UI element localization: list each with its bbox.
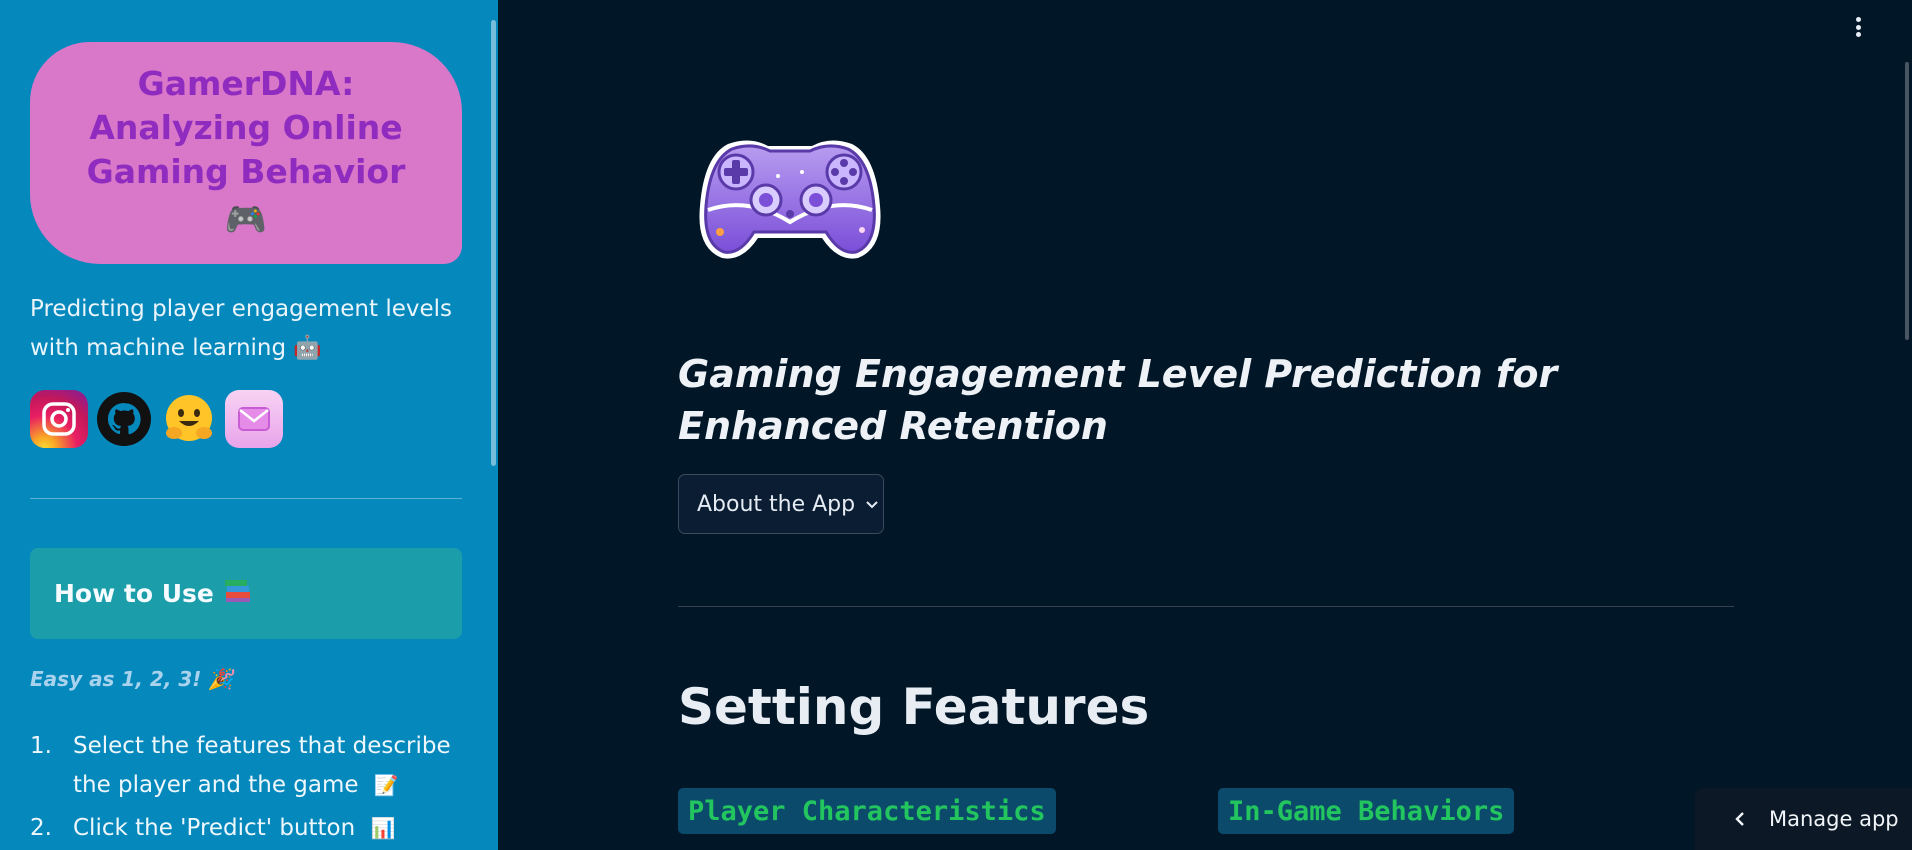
main-divider	[678, 606, 1734, 607]
section-title: Setting Features	[678, 678, 1150, 736]
how-to-use-card: How to Use	[30, 548, 462, 639]
hugging-face-icon[interactable]	[160, 390, 218, 448]
main-menu-icon[interactable]	[1848, 14, 1868, 40]
step-number: 1.	[30, 733, 52, 759]
chevron-down-icon	[866, 501, 878, 509]
manage-app-button[interactable]: Manage app	[1695, 788, 1912, 850]
memo-icon: 📝	[373, 773, 399, 797]
how-to-use-heading: How to Use	[54, 579, 214, 608]
sidebar-scrollbar[interactable]	[491, 20, 496, 466]
list-item: 1. Select the features that describe the…	[30, 727, 470, 805]
chevron-left-icon	[1735, 812, 1744, 826]
github-icon[interactable]	[95, 390, 153, 448]
instagram-icon[interactable]	[30, 390, 88, 448]
sidebar-divider	[30, 498, 462, 499]
bar-chart-icon: 📊	[370, 816, 396, 840]
list-item: 2. Click the 'Predict' button 📊	[30, 809, 470, 848]
books-icon	[224, 578, 252, 610]
party-popper-icon: 🎉	[208, 667, 234, 691]
page-title: Gaming Engagement Level Prediction for E…	[678, 352, 1558, 448]
tagline: Predicting player engagement levels with…	[30, 290, 470, 368]
player-characteristics-label: Player Characteristics	[678, 788, 1056, 834]
main-scrollbar[interactable]	[1905, 62, 1909, 340]
app-title-card: GamerDNA: Analyzing Online Gaming Behavi…	[30, 42, 462, 264]
robot-icon: 🤖	[293, 335, 323, 361]
easy-steps-caption: Easy as 1, 2, 3! 🎉	[30, 667, 233, 691]
easy-steps-text: Easy as 1, 2, 3!	[30, 667, 202, 691]
in-game-behaviors-label: In-Game Behaviors	[1218, 788, 1515, 834]
expander-label: About the App	[697, 491, 856, 517]
steps-list: 1. Select the features that describe the…	[30, 727, 470, 850]
about-app-expander[interactable]: About the App	[678, 474, 884, 534]
app-title: GamerDNA: Analyzing Online Gaming Behavi…	[86, 64, 406, 191]
manage-app-label: Manage app	[1769, 807, 1899, 831]
game-controller-image	[699, 140, 881, 259]
step-text: Select the features that describe the pl…	[73, 727, 470, 805]
tagline-text: Predicting player engagement levels with…	[30, 296, 453, 361]
mail-icon[interactable]	[225, 390, 283, 448]
social-links	[30, 390, 283, 448]
step-text: Click the 'Predict' button 📊	[73, 809, 470, 848]
step-number: 2.	[30, 815, 52, 841]
gamepad-icon: 🎮	[224, 200, 268, 240]
step-label: Click the 'Predict' button	[73, 815, 356, 841]
sidebar: GamerDNA: Analyzing Online Gaming Behavi…	[0, 0, 498, 850]
